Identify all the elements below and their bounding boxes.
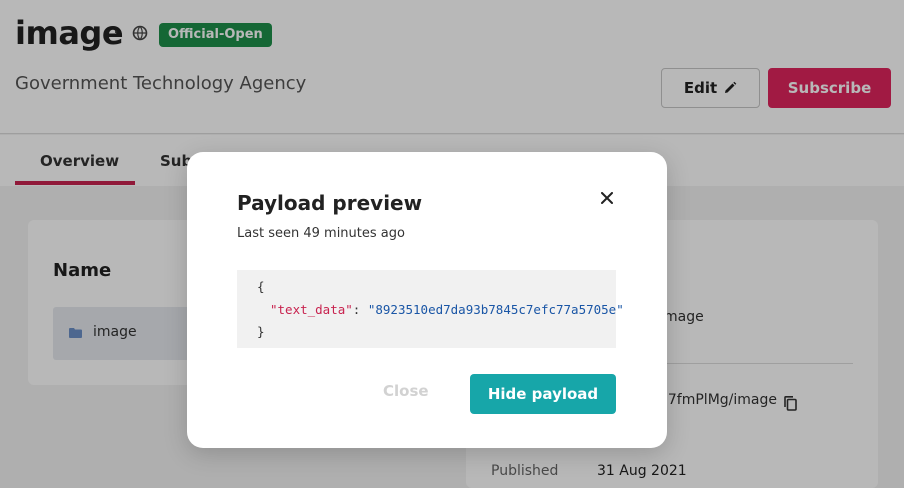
payload-code-block: { "text_data": "8923510ed7da93b7845c7efc…: [237, 270, 624, 348]
code-value: "8923510ed7da93b7845c7efc77a5705e": [367, 302, 624, 317]
last-seen-text: Last seen 49 minutes ago: [237, 226, 405, 241]
code-close-brace: }: [257, 324, 265, 339]
code-key: "text_data": [270, 302, 353, 317]
close-icon[interactable]: [597, 188, 617, 208]
modal-title: Payload preview: [237, 191, 423, 215]
code-colon: :: [352, 302, 368, 317]
close-button[interactable]: Close: [383, 382, 429, 400]
code-open-brace: {: [257, 279, 265, 294]
hide-payload-button[interactable]: Hide payload: [470, 374, 616, 414]
code-key-value: "text_data": "8923510ed7da93b7845c7efc77…: [270, 302, 624, 317]
payload-preview-modal: Payload preview Last seen 49 minutes ago…: [187, 152, 667, 448]
